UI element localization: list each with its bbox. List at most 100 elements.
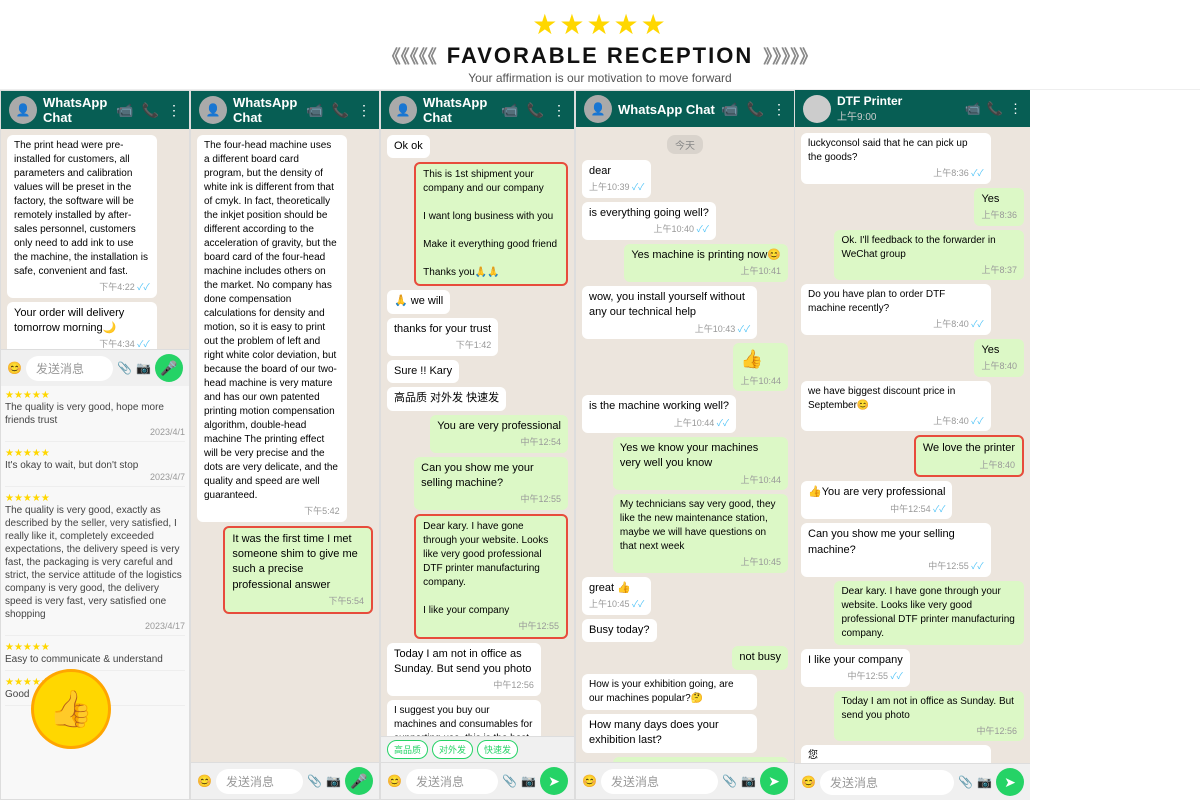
emoji-icon[interactable]: 😊: [7, 361, 22, 375]
video-icon[interactable]: 📹: [721, 101, 738, 118]
panel3-input[interactable]: 发送消息: [406, 769, 498, 794]
review-date: 2023/4/17: [5, 621, 185, 631]
panel4-input-bar: 😊 发送消息 📎 📷 ➤: [576, 762, 794, 799]
phone-icon[interactable]: 📞: [987, 101, 1003, 117]
attach-icon[interactable]: 📎: [307, 774, 322, 788]
msg-text: 👍: [740, 347, 781, 372]
msg-time: 上午10:44: [740, 375, 781, 388]
msg-text: 🙏 we will: [394, 294, 443, 309]
panel2-header: 👤 WhatsApp Chat 📹 📞 ⋮: [191, 91, 379, 129]
panel4-icons: 📹 📞 ⋮: [721, 101, 786, 118]
msg-time: 中午12:55 ✓✓: [808, 670, 903, 683]
panel2: 👤 WhatsApp Chat 📹 📞 ⋮ The four-head mach…: [190, 90, 380, 800]
panel2-send-btn[interactable]: 🎤: [345, 767, 373, 795]
msg-install-yourself: wow, you install yourself without any ou…: [582, 286, 757, 339]
msg-time: 中午12:55: [421, 493, 561, 506]
msg-text: Today I am not in office as Sunday. But …: [394, 647, 534, 678]
attach-icon[interactable]: 📎: [958, 775, 973, 789]
camera-icon[interactable]: 📷: [136, 361, 151, 375]
panel1-send-button[interactable]: 🎤: [155, 354, 183, 382]
panel3-input-bar: 😊 发送消息 📎 📷 ➤: [381, 762, 574, 799]
camera-icon[interactable]: 📷: [326, 774, 341, 788]
msg-suggest-buy2: 您I suggest you buy our machines and cons…: [801, 745, 991, 763]
msg-text: Yes: [981, 343, 1017, 358]
video-icon[interactable]: 📹: [306, 102, 323, 119]
msg-time: 上午8:36: [981, 209, 1017, 222]
msg-time: 下午5:42: [204, 505, 340, 518]
attach-icon[interactable]: 📎: [502, 774, 517, 788]
phone-icon[interactable]: 📞: [527, 102, 544, 119]
msg-quick-send: 高品质 对外发 快速发: [387, 387, 506, 410]
phone-icon[interactable]: 📞: [747, 101, 764, 118]
camera-icon[interactable]: 📷: [977, 775, 992, 789]
emoji-icon[interactable]: 😊: [197, 774, 212, 788]
msg-text: Do you have plan to order DTF machine re…: [808, 288, 984, 316]
msg-text: wow, you install yourself without any ou…: [589, 290, 750, 321]
msg-printing-now: Yes machine is printing now😊 上午10:41: [624, 244, 788, 282]
panel-reviews: 👤 WhatsApp Chat 📹 📞 ⋮ The print head wer…: [0, 90, 190, 800]
msg-time: 中午12:56: [394, 679, 534, 692]
review-stars: ★★★★★: [5, 390, 185, 401]
msg-text: thanks for your trust: [394, 322, 491, 337]
msg-not-in-office: Today I am not in office as Sunday. But …: [387, 643, 541, 696]
camera-icon[interactable]: 📷: [741, 774, 756, 788]
msg-time: 下午5:54: [232, 595, 364, 608]
panel3-header: 👤 WhatsApp Chat 📹 📞 ⋮: [381, 91, 574, 129]
msg-how-many-days: How many days does your exhibition last?: [582, 714, 757, 753]
panel2-input[interactable]: 发送消息: [216, 769, 303, 794]
quick-reply-send[interactable]: 对外发: [432, 740, 473, 759]
msg-time: 下午1:42: [394, 339, 491, 352]
emoji-icon[interactable]: 😊: [387, 774, 402, 788]
msg-text: How is your exhibition going, are our ma…: [589, 678, 750, 706]
review-item: ★★★★★ Easy to communicate & understand: [5, 642, 185, 671]
msg-ok: Ok ok: [387, 135, 430, 158]
review-stars: ★★★★★: [5, 493, 185, 504]
panel4-send-btn[interactable]: ➤: [760, 767, 788, 795]
page-subtitle: Your affirmation is our motivation to mo…: [0, 71, 1200, 85]
emoji-icon[interactable]: 😊: [582, 774, 597, 788]
camera-icon[interactable]: 📷: [521, 774, 536, 788]
video-icon[interactable]: 📹: [965, 101, 981, 117]
phone-icon[interactable]: 📞: [142, 102, 159, 119]
msg-love-printer: We love the printer 上午8:40: [914, 435, 1024, 477]
msg-exhibition-popular: How is your exhibition going, are our ma…: [582, 674, 757, 710]
emoji-icon[interactable]: 😊: [801, 775, 816, 789]
menu-icon[interactable]: ⋮: [552, 102, 566, 119]
menu-icon[interactable]: ⋮: [357, 102, 371, 119]
msg-time: 中午12:55: [423, 620, 559, 633]
review-text: The quality is very good, exactly as des…: [5, 504, 185, 621]
msg-text: The four-head machine uses a different b…: [204, 139, 340, 503]
panel3-send-btn[interactable]: ➤: [540, 767, 568, 795]
video-icon[interactable]: 📹: [116, 102, 133, 119]
panel1-input-field[interactable]: 发送消息: [26, 356, 113, 381]
msg-text: is everything going well?: [589, 206, 709, 221]
msg-everything-well: is everything going well? 上午10:40 ✓✓: [582, 202, 716, 240]
msg-busy: Busy today?: [582, 619, 657, 642]
page-title: FAVORABLE RECEPTION: [447, 43, 754, 69]
panel5-header: DTF Printer 上午9:00 📹 📞 ⋮: [795, 90, 1030, 127]
right-arrows: 》》》》》: [763, 43, 817, 69]
msg-time: 上午8:37: [841, 264, 1017, 277]
quick-reply-fast[interactable]: 快速发: [477, 740, 518, 759]
msg-time: 上午10:45: [620, 556, 781, 569]
msg-text: great 👍: [589, 581, 644, 596]
menu-icon[interactable]: ⋮: [167, 102, 181, 119]
phone-icon[interactable]: 📞: [332, 102, 349, 119]
menu-icon[interactable]: ⋮: [1009, 101, 1022, 117]
quick-reply-quality[interactable]: 高品质: [387, 740, 428, 759]
panel4-input[interactable]: 发送消息: [601, 769, 718, 794]
attach-icon[interactable]: 📎: [117, 361, 132, 375]
video-icon[interactable]: 📹: [501, 102, 518, 119]
msg-text: I suggest you buy our machines and consu…: [394, 704, 534, 736]
panel2-input-bar: 😊 发送消息 📎 📷 🎤: [191, 762, 379, 799]
msg-pickup: luckyconsol said that he can pick up the…: [801, 133, 991, 184]
panel4: 👤 WhatsApp Chat 📹 📞 ⋮ 今天 dear 上午10:39 ✓✓…: [575, 90, 795, 800]
panel5-send-btn[interactable]: ➤: [996, 768, 1024, 796]
msg-time: 上午8:40 ✓✓: [808, 415, 984, 428]
panel5-input[interactable]: 发送消息: [820, 770, 954, 795]
attach-icon[interactable]: 📎: [722, 774, 737, 788]
panel3-name: WhatsApp Chat: [423, 95, 495, 125]
panel2-chat-body: The four-head machine uses a different b…: [191, 129, 379, 762]
msg-text: Can you show me your selling machine?: [421, 461, 561, 492]
menu-icon[interactable]: ⋮: [772, 101, 786, 118]
